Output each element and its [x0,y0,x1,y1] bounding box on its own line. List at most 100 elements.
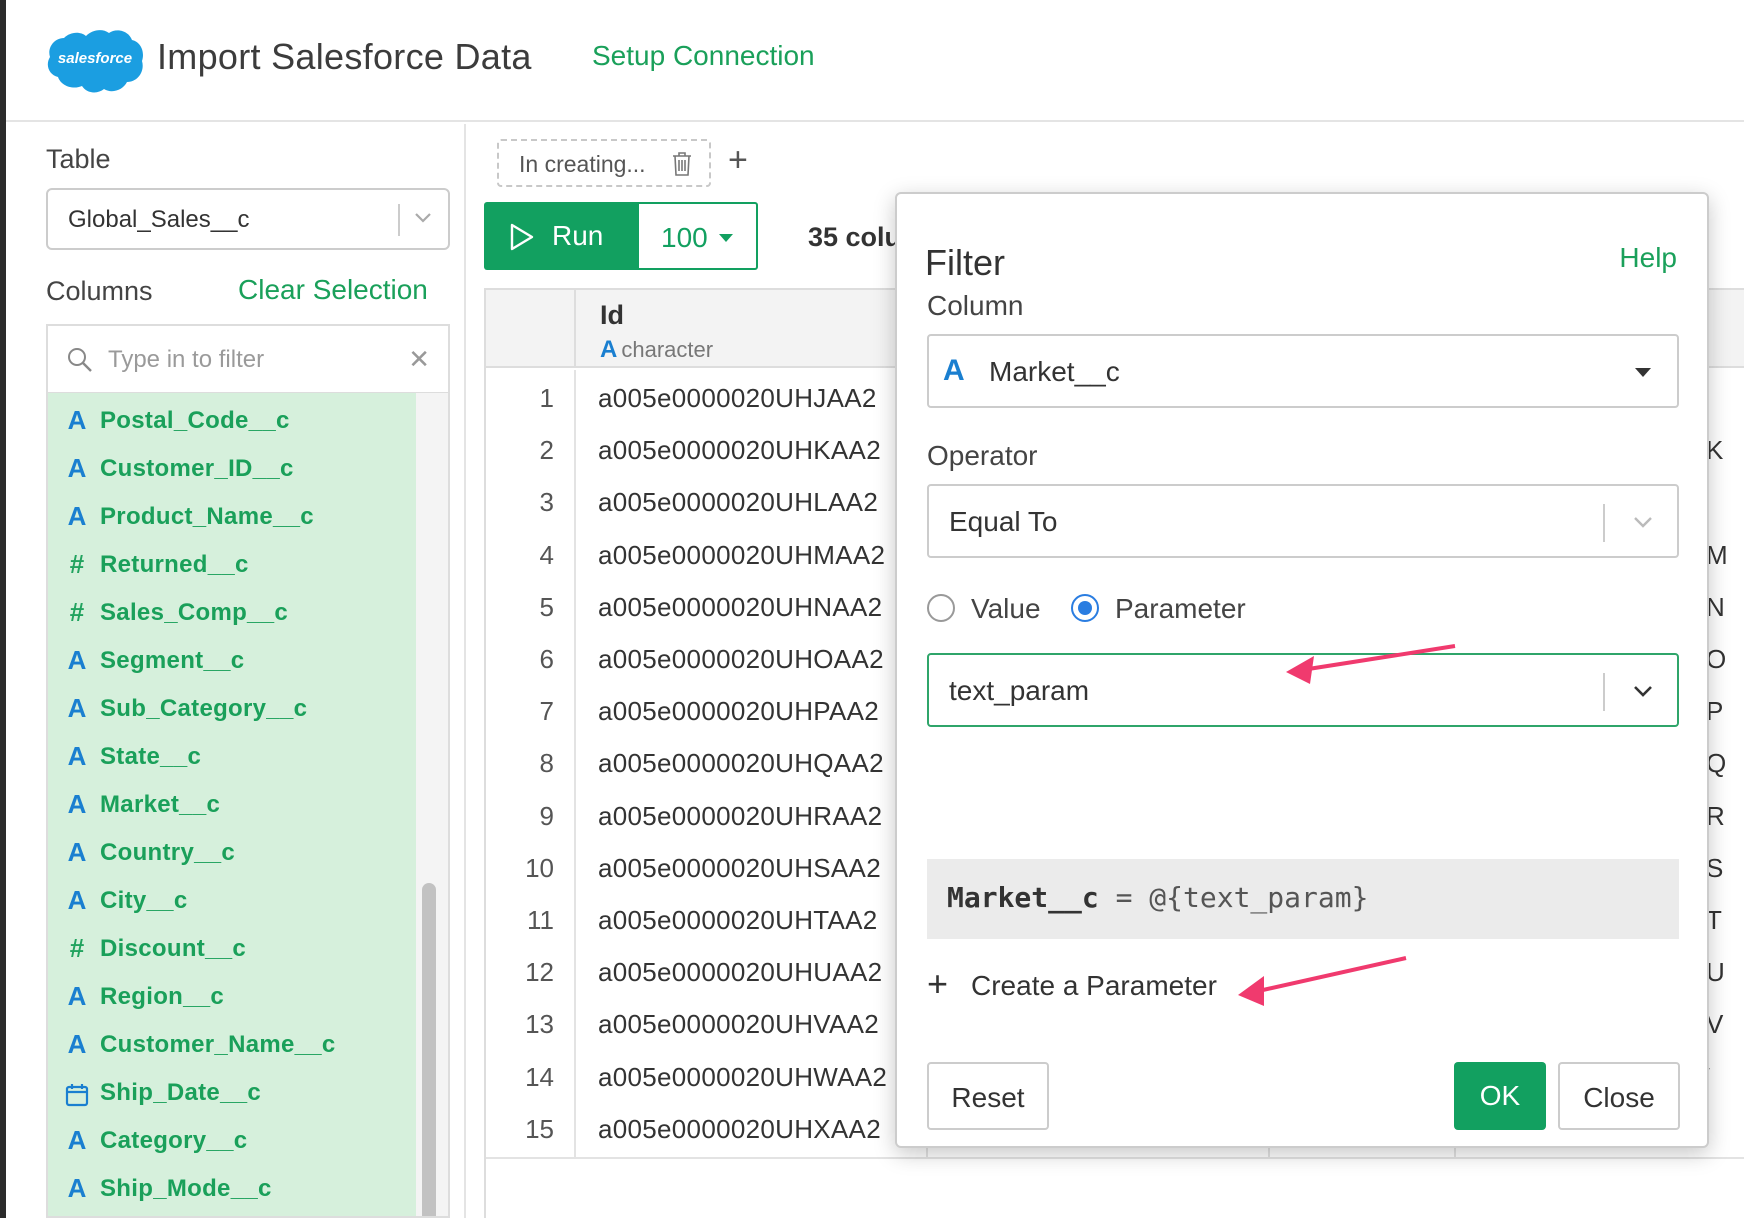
column-list-item[interactable]: A Ship_Mode__c [48,1173,418,1216]
plus-icon: + [927,963,949,1004]
operator-select-value: Equal To [949,506,1058,537]
column-list-item[interactable]: A Market__c [48,789,418,832]
clear-selection-link[interactable]: Clear Selection [238,274,428,306]
column-list-item[interactable]: A Segment__c [48,645,418,688]
chevron-down-icon [412,206,434,228]
id-cell: a005e0000020UHQAA2 [598,748,884,779]
row-limit-value: 100 [661,222,708,253]
column-list-item[interactable]: # Sales_Comp__c [48,597,418,640]
create-parameter-label: Create a Parameter [971,970,1217,1001]
expression-column: Market__c [947,881,1099,914]
chevron-down-icon [1629,679,1657,703]
value-radio-label: Value [971,593,1041,624]
column-list-item[interactable]: A Postal_Code__c [48,405,418,448]
logo-text: salesforce [57,50,133,67]
column-list-item[interactable]: A Sub_Category__c [48,693,418,736]
row-number: 12 [486,944,576,1001]
select-divider [1603,504,1605,542]
numeric-type-icon: # [69,597,85,627]
character-type-icon: A [67,1173,87,1203]
column-name: Returned__c [100,551,249,578]
column-count: 35 colu [808,222,902,252]
setup-connection-link[interactable]: Setup Connection [592,40,815,72]
id-column-type: Acharacter [600,336,713,364]
row-number: 11 [486,892,576,948]
character-type-icon: A [67,1029,87,1059]
chevron-down-icon [1629,510,1657,534]
id-cell: a005e0000020UHWAA2 [598,1061,888,1092]
row-number: 8 [486,735,576,792]
column-list-item[interactable]: Ship_Date__c [48,1077,418,1120]
column-name: Segment__c [100,647,245,674]
column-label: Column [927,290,1024,321]
character-type-icon: A [67,645,87,675]
table-select[interactable]: Global_Sales__c [46,188,450,250]
id-cell: a005e0000020UHKAA2 [598,435,881,466]
tab-in-creating[interactable]: In creating... [497,139,711,187]
column-list-item[interactable]: A Country__c [48,837,418,880]
id-cell: a005e0000020UHPAA2 [598,696,880,727]
column-list-item[interactable]: # Discount__c [48,933,418,976]
numeric-type-icon: # [69,933,85,963]
caret-down-icon [719,234,733,242]
columns-label: Columns [46,276,153,306]
column-name: Ship_Date__c [100,1079,262,1106]
reset-button[interactable]: Reset [927,1062,1049,1130]
parameter-select-value: text_param [949,675,1090,706]
column-list-item[interactable]: A Customer_ID__c [48,453,418,496]
search-icon [66,346,94,374]
parameter-radio-label: Parameter [1115,593,1246,624]
table-select-value: Global_Sales__c [68,206,250,233]
column-name: Market__c [100,791,221,818]
operator-select[interactable]: Equal To [927,484,1679,558]
tab-label: In creating... [519,151,646,177]
column-list-item[interactable]: A City__c [48,885,418,928]
row-number: 1 [486,370,576,426]
add-tab-icon[interactable]: + [728,140,748,180]
row-number: 6 [486,631,576,687]
character-type-icon: A [67,693,87,723]
column-list-item[interactable]: A Region__c [48,981,418,1024]
character-type-icon: A [67,453,87,483]
column-list-item[interactable]: # Returned__c [48,549,418,592]
column-name: Postal_Code__c [100,407,290,434]
ok-button[interactable]: OK [1454,1062,1546,1130]
column-name: Country__c [100,839,236,866]
column-list-items: A Postal_Code__c A Customer_ID__c A Product_N… [48,393,418,1216]
character-type-icon: A [67,885,87,915]
character-type-icon: A [67,741,87,771]
close-button[interactable]: Close [1558,1062,1680,1130]
scrollbar-thumb[interactable] [422,883,436,1216]
column-list-item[interactable]: A Product_Name__c [48,501,418,544]
scrollbar[interactable] [416,393,448,1216]
column-name: Customer_Name__c [100,1031,336,1058]
dialog-title: Filter [925,242,1005,283]
parameter-radio[interactable] [1071,594,1099,622]
column-list-item[interactable]: A State__c [48,741,418,784]
clear-filter-icon[interactable]: ✕ [408,346,430,372]
id-cell: a005e0000020UHTAA2 [598,905,878,935]
character-type-icon: A [67,1125,87,1155]
column-select[interactable]: A Market__c [927,334,1679,408]
page-title: Import Salesforce Data [157,36,532,77]
id-cell: a005e0000020UHLAA2 [598,487,879,518]
column-filter-input[interactable]: Type in to filter ✕ [46,324,450,392]
row-limit-dropdown[interactable]: 100 [637,202,758,270]
column-list-item[interactable]: A Category__c [48,1125,418,1168]
column-name: Discount__c [100,935,247,962]
row-number: 10 [486,839,576,896]
run-button[interactable]: Run [484,202,637,270]
column-name: Customer_ID__c [100,455,294,482]
help-link[interactable]: Help [1619,242,1677,274]
row-number: 9 [486,787,576,844]
column-list-item[interactable]: A Customer_Name__c [48,1029,418,1072]
trash-icon[interactable] [671,151,693,177]
id-cell: a005e0000020UHRAA2 [598,800,883,831]
annotation-arrow-icon [1286,644,1456,684]
id-cell: a005e0000020UHJAA2 [598,383,877,413]
id-column-name[interactable]: Id [600,300,624,331]
value-radio[interactable] [927,594,955,622]
id-cell: a005e0000020UHNAA2 [598,591,883,622]
column-name: Ship_Mode__c [100,1175,272,1202]
caret-down-icon [1635,368,1651,377]
